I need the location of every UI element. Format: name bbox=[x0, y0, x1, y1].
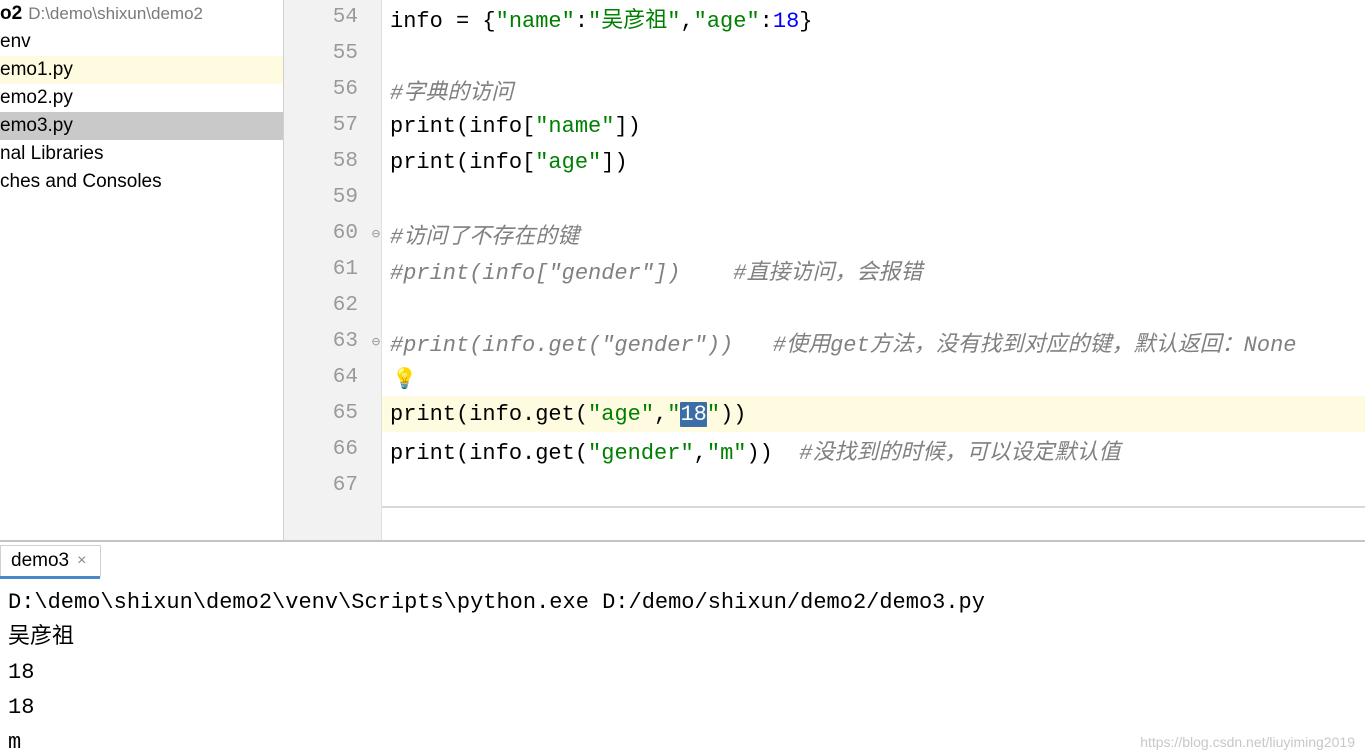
watermark: https://blog.csdn.net/liuyiming2019 bbox=[1140, 734, 1355, 750]
project-root[interactable]: o2 D:\demo\shixun\demo2 bbox=[0, 0, 283, 28]
code-line[interactable] bbox=[284, 180, 1365, 216]
tree-item-ches-and-consoles[interactable]: ches and Consoles bbox=[0, 168, 283, 196]
code-line[interactable] bbox=[284, 288, 1365, 324]
code-line[interactable]: #字典的访问 bbox=[284, 72, 1365, 108]
tree-item-nal-libraries[interactable]: nal Libraries bbox=[0, 140, 283, 168]
code-line[interactable]: print(info["name"]) bbox=[284, 108, 1365, 144]
code-line[interactable]: print(info["age"]) bbox=[284, 144, 1365, 180]
code-line[interactable]: #访问了不存在的键 bbox=[284, 216, 1365, 252]
close-icon[interactable]: × bbox=[77, 552, 86, 570]
code-text: print(info.get("age","18")) bbox=[382, 402, 746, 427]
code-editor[interactable]: 54info = {"name":"吴彦祖","age":18}5556#字典的… bbox=[284, 0, 1365, 540]
code-line[interactable] bbox=[284, 468, 1365, 504]
code-text: #访问了不存在的键 bbox=[382, 218, 579, 250]
code-text: print(info["name"]) bbox=[382, 114, 641, 139]
code-text: info = {"name":"吴彦祖","age":18} bbox=[382, 2, 812, 34]
editor-end-divider bbox=[382, 506, 1365, 508]
console-tabbar: demo3 × bbox=[0, 542, 1365, 576]
code-line[interactable]: info = {"name":"吴彦祖","age":18} bbox=[284, 0, 1365, 36]
code-line[interactable] bbox=[284, 360, 1365, 396]
code-text: #print(info["gender"]) #直接访问，会报错 bbox=[382, 254, 922, 286]
project-root-name: o2 bbox=[0, 3, 22, 25]
code-text: #print(info.get("gender")) #使用get方法，没有找到… bbox=[382, 326, 1296, 358]
code-line[interactable]: print(info.get("age","18")) bbox=[284, 396, 1365, 432]
run-console: demo3 × D:\demo\shixun\demo2\venv\Script… bbox=[0, 540, 1365, 756]
tree-item-env[interactable]: env bbox=[0, 28, 283, 56]
project-root-path: D:\demo\shixun\demo2 bbox=[28, 4, 203, 24]
console-tab-label: demo3 bbox=[11, 550, 69, 572]
code-line[interactable] bbox=[284, 36, 1365, 72]
top-area: o2 D:\demo\shixun\demo2 envemo1.pyemo2.p… bbox=[0, 0, 1365, 540]
code-text: print(info["age"]) bbox=[382, 150, 628, 175]
tree-item-emo1-py[interactable]: emo1.py bbox=[0, 56, 283, 84]
code-line[interactable]: print(info.get("gender","m")) #没找到的时候，可以… bbox=[284, 432, 1365, 468]
console-output[interactable]: D:\demo\shixun\demo2\venv\Scripts\python… bbox=[0, 579, 1365, 756]
project-tree-sidebar[interactable]: o2 D:\demo\shixun\demo2 envemo1.pyemo2.p… bbox=[0, 0, 284, 540]
tree-item-emo2-py[interactable]: emo2.py bbox=[0, 84, 283, 112]
code-text: #字典的访问 bbox=[382, 74, 513, 106]
code-text: print(info.get("gender","m")) #没找到的时候，可以… bbox=[382, 434, 1121, 466]
code-line[interactable]: #print(info.get("gender")) #使用get方法，没有找到… bbox=[284, 324, 1365, 360]
tree-item-emo3-py[interactable]: emo3.py bbox=[0, 112, 283, 140]
console-tab-demo3[interactable]: demo3 × bbox=[0, 545, 101, 578]
lightbulb-icon[interactable]: 💡 bbox=[392, 366, 417, 392]
code-line[interactable]: #print(info["gender"]) #直接访问，会报错 bbox=[284, 252, 1365, 288]
